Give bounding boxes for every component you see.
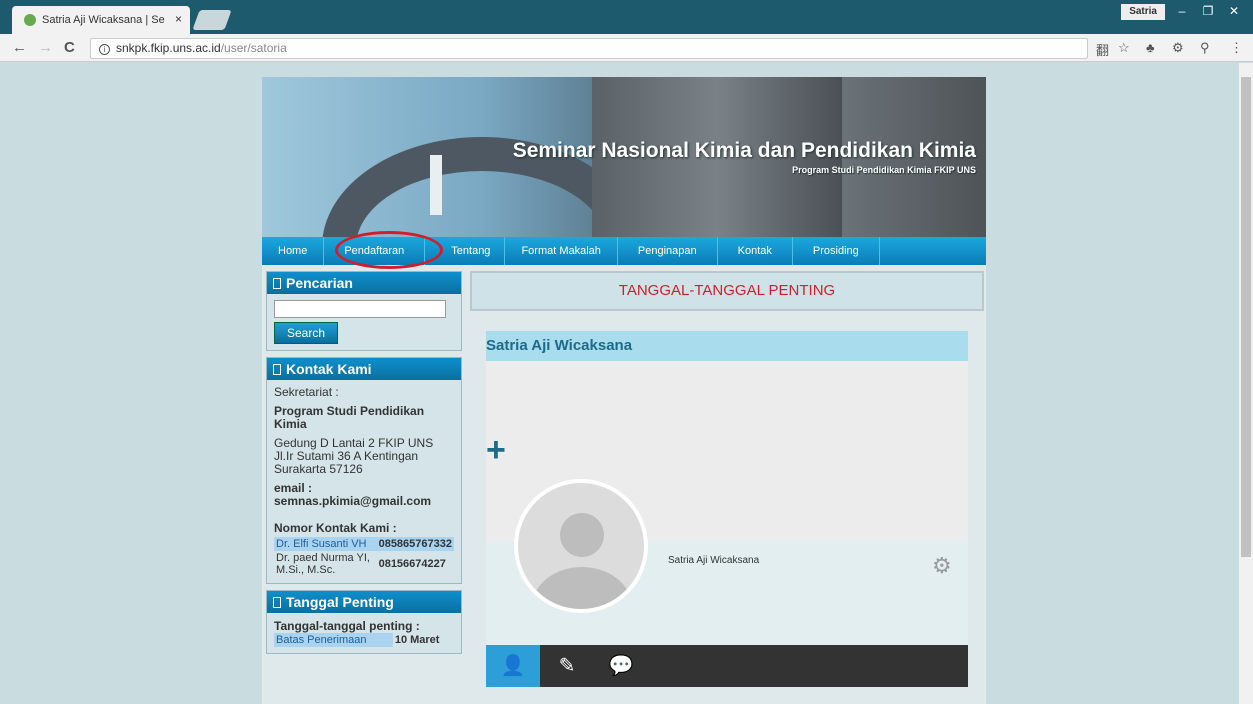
url-path: /user/satoria [220, 41, 287, 55]
contact-table: Dr. Elfi Susanti VH 085865767332 Dr. paed… [274, 537, 454, 577]
back-icon[interactable]: ← [12, 39, 27, 56]
site-subtitle: Program Studi Pendidikan Kimia FKIP UNS [792, 165, 976, 175]
search-box: Pencarian Search [266, 271, 462, 351]
browser-titlebar: Satria Aji Wicaksana | Se × Satria – ❐ ✕ [0, 0, 1253, 34]
search-button[interactable]: Search [274, 322, 338, 344]
search-input[interactable] [274, 300, 446, 318]
nomor-label: Nomor Kontak Kami : [274, 521, 397, 535]
org-name: Program Studi Pendidikan Kimia [274, 404, 425, 431]
profile-tabs: 👤 ✎ 💬 [486, 645, 968, 687]
address-line: Jl.Ir Sutami 36 A Kentingan [274, 449, 419, 463]
browser-tab[interactable]: Satria Aji Wicaksana | Se × [12, 6, 190, 34]
header-banner: Seminar Nasional Kimia dan Pendidikan Ki… [262, 77, 986, 237]
list-icon [273, 278, 281, 289]
search-heading: Pencarian [267, 272, 461, 294]
banner-tower-image [430, 155, 442, 215]
tanggal-heading: Tanggal Penting [267, 591, 461, 613]
menu-prosiding[interactable]: Prosiding [793, 237, 880, 265]
table-row: Dr. paed Nurma YI, M.Si., M.Sc. 081566742… [274, 551, 454, 577]
profile-name-heading: Satria Aji Wicaksana [486, 331, 968, 361]
extension-icon[interactable]: ⚲ [1200, 40, 1210, 56]
address-line: Gedung D Lantai 2 FKIP UNS [274, 436, 434, 450]
avatar-head [560, 513, 604, 557]
translate-icon[interactable]: 翻 [1096, 40, 1109, 59]
contact-phone: 08156674227 [378, 558, 446, 570]
important-dates-banner[interactable]: TANGGAL-TANGGAL PENTING [470, 271, 984, 311]
main-content: TANGGAL-TANGGAL PENTING Satria Aji Wicak… [470, 271, 984, 704]
left-sidebar: Pencarian Search Kontak Kami Sekretariat… [266, 271, 462, 660]
site-container: Seminar Nasional Kimia dan Pendidikan Ki… [262, 77, 986, 704]
sekretariat-label: Sekretariat : [274, 385, 339, 399]
kontak-box: Kontak Kami Sekretariat : Program Studi … [266, 357, 462, 584]
red-circle-annotation [335, 231, 443, 269]
menu-icon[interactable]: ⋮ [1230, 40, 1243, 56]
user-profile: Satria Aji Wicaksana + Satria Aji Wicaks… [486, 331, 968, 687]
restore-button[interactable]: ❐ [1195, 2, 1221, 20]
site-favicon-icon [24, 14, 36, 26]
menu-penginapan[interactable]: Penginapan [618, 237, 718, 265]
forward-icon[interactable]: → [38, 39, 53, 56]
table-row: Batas Penerimaan 10 Maret [274, 633, 454, 647]
tanggal-label: Tanggal-tanggal penting : [274, 619, 420, 633]
table-row: Dr. Elfi Susanti VH 085865767332 [274, 537, 454, 551]
profile-name: Satria Aji Wicaksana [668, 555, 760, 566]
site-title: Seminar Nasional Kimia dan Pendidikan Ki… [512, 139, 976, 162]
list-icon [273, 364, 281, 375]
address-bar: ← → C i snkpk.fkip.uns.ac.id/user/satoria… [0, 34, 1253, 62]
add-cover-icon[interactable]: + [486, 431, 506, 470]
minimize-button[interactable]: – [1169, 2, 1195, 20]
user-icon[interactable]: 👤 [486, 645, 540, 687]
contact-name: Dr. paed Nurma YI, M.Si., M.Sc. [276, 552, 370, 576]
menu-format-makalah[interactable]: Format Makalah [505, 237, 618, 265]
new-tab-button[interactable] [192, 10, 232, 30]
tanggal-heading-label: Tanggal Penting [286, 594, 394, 610]
search-heading-label: Pencarian [286, 275, 353, 291]
email-value: semnas.pkimia@gmail.com [274, 494, 432, 508]
contact-phone: 085865767332 [376, 537, 454, 551]
contact-name: Dr. Elfi Susanti VH [274, 537, 377, 551]
url-host: snkpk.fkip.uns.ac.id [116, 41, 221, 55]
scrollbar-thumb[interactable] [1241, 77, 1251, 557]
info-icon[interactable]: i [99, 44, 110, 55]
reload-icon[interactable]: C [64, 39, 75, 56]
list-icon [273, 597, 281, 608]
menu-kontak[interactable]: Kontak [718, 237, 793, 265]
tanggal-table: Batas Penerimaan 10 Maret [274, 633, 454, 647]
tanggal-date: 10 Maret [392, 633, 454, 647]
tab-title: Satria Aji Wicaksana | Se [42, 14, 165, 26]
menu-home[interactable]: Home [262, 237, 325, 265]
extension-icon[interactable]: ♣ [1146, 40, 1155, 55]
extension-icon[interactable]: ⚙ [1172, 40, 1184, 56]
avatar[interactable] [514, 479, 648, 613]
tanggal-box: Tanggal Penting Tanggal-tanggal penting … [266, 590, 462, 654]
bookmark-star-icon[interactable]: ☆ [1118, 40, 1130, 56]
profile-chip[interactable]: Satria [1121, 4, 1165, 20]
scrollbar[interactable] [1239, 63, 1253, 704]
edit-icon[interactable]: ✎ [540, 645, 594, 687]
kontak-heading-label: Kontak Kami [286, 361, 372, 377]
kontak-heading: Kontak Kami [267, 358, 461, 380]
close-window-button[interactable]: ✕ [1221, 2, 1247, 20]
tab-close-icon[interactable]: × [175, 12, 182, 26]
message-icon[interactable]: 💬 [594, 645, 648, 687]
tanggal-item: Batas Penerimaan [274, 633, 393, 647]
gear-icon[interactable]: ⚙ [932, 553, 952, 579]
address-line: Surakarta 57126 [274, 462, 363, 476]
avatar-body [532, 567, 632, 609]
url-input[interactable]: i snkpk.fkip.uns.ac.id/user/satoria [90, 38, 1088, 59]
page-background: Seminar Nasional Kimia dan Pendidikan Ki… [0, 63, 1239, 704]
